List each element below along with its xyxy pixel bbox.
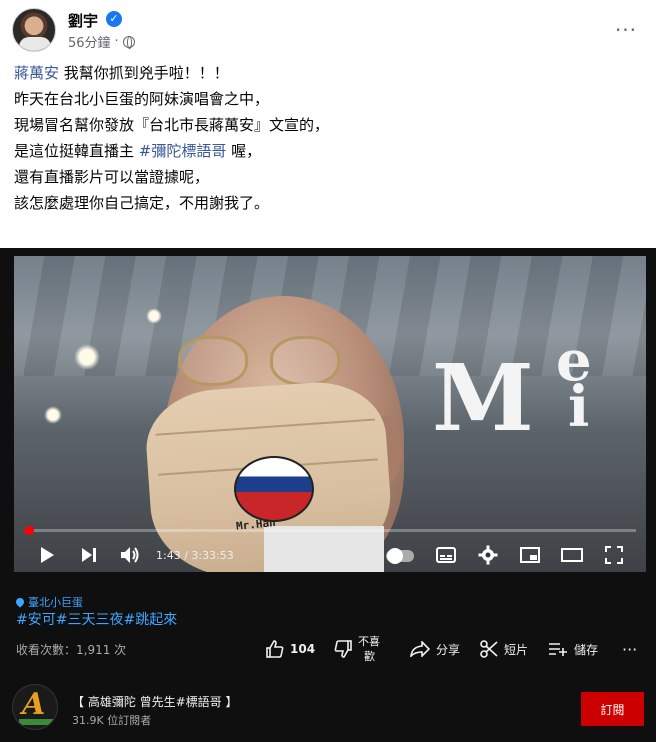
post-meta: 56分鐘 · [68, 32, 135, 51]
video-player[interactable]: Mr.Han M e i 1:43 / 3:33:53 [14, 256, 646, 572]
clip-button[interactable]: 短片 [480, 632, 528, 666]
channel-name[interactable]: 【 高雄彌陀 曾先生#標語哥 】 [72, 693, 238, 710]
post-timestamp[interactable]: 56分鐘 [68, 32, 111, 51]
more-actions-button[interactable]: ··· [622, 632, 637, 666]
like-button[interactable]: 104 [266, 632, 315, 666]
flag-graphic [234, 456, 314, 522]
me-logo: M [432, 344, 534, 452]
ceiling-light [146, 308, 162, 324]
ceiling-light [74, 344, 100, 370]
theater-mode-icon[interactable] [560, 543, 584, 567]
post-line-6: 該怎麼處理你自己搞定，不用謝我了。 [14, 194, 270, 212]
dislike-button[interactable]: 不喜 歡 [334, 632, 380, 666]
post-line-2: 昨天在台北小巨蛋的阿妹演唱會之中， [14, 90, 270, 108]
verified-badge-icon: ✓ [106, 11, 122, 27]
subscriber-count: 31.9K 位訂閱者 [72, 714, 152, 727]
view-count: 收看次數：1,911 次 [16, 643, 127, 657]
post-header: 劉宇 ✓ 56分鐘 · ··· [12, 8, 644, 54]
save-button[interactable]: 儲存 [548, 632, 598, 666]
video-progress-bar[interactable] [24, 526, 636, 535]
author-name[interactable]: 劉宇 [68, 10, 98, 31]
post-text: 蔣萬安 我幫你抓到兇手啦！！！ 昨天在台北小巨蛋的阿妹演唱會之中， 現場冒名幫你… [14, 60, 644, 216]
play-icon[interactable] [36, 543, 58, 567]
channel-avatar[interactable]: A [12, 684, 58, 730]
ceiling-light [44, 406, 62, 424]
volume-icon[interactable] [118, 543, 142, 567]
post-line-1: 蔣萬安 我幫你抓到兇手啦！！！ [14, 64, 229, 82]
post-line-5: 還有直播影片可以當證據呢， [14, 168, 210, 186]
like-count: 104 [290, 642, 316, 656]
mention-link[interactable]: 蔣萬安 [14, 64, 59, 82]
miniplayer-icon[interactable] [518, 543, 542, 567]
player-controls: 1:43 / 3:33:53 [14, 540, 646, 570]
progress-thumb[interactable] [24, 526, 34, 535]
next-icon[interactable] [78, 543, 100, 567]
post-more-button[interactable]: ··· [608, 12, 644, 48]
globe-icon [122, 35, 135, 49]
settings-gear-icon[interactable] [476, 543, 500, 567]
location-pin-icon [14, 596, 26, 608]
share-button[interactable]: 分享 [410, 632, 460, 666]
video-hashtags[interactable]: #安可#三天三夜#跳起來 [16, 609, 177, 629]
location-tag[interactable]: 臺北小巨蛋 [14, 594, 83, 610]
fullscreen-icon[interactable] [602, 543, 626, 567]
channel-logo-icon: A [22, 687, 46, 722]
subtitles-icon[interactable] [434, 543, 458, 567]
hashtag-link[interactable]: #彌陀標語哥 [139, 142, 227, 160]
autoplay-toggle[interactable] [386, 548, 414, 564]
post-line-3: 現場冒名幫你發放『台北市長蔣萬安』文宣的， [14, 116, 330, 134]
subscribe-button[interactable]: 訂閱 [581, 692, 644, 726]
youtube-embed: Mr.Han M e i 1:43 / 3:33:53 臺北小巨蛋 #安可#三天… [0, 248, 656, 742]
time-display: 1:43 / 3:33:53 [156, 549, 234, 562]
post-line-4: 是這位挺韓直播主 #彌陀標語哥 喔， [14, 142, 262, 160]
author-avatar[interactable] [12, 8, 56, 52]
